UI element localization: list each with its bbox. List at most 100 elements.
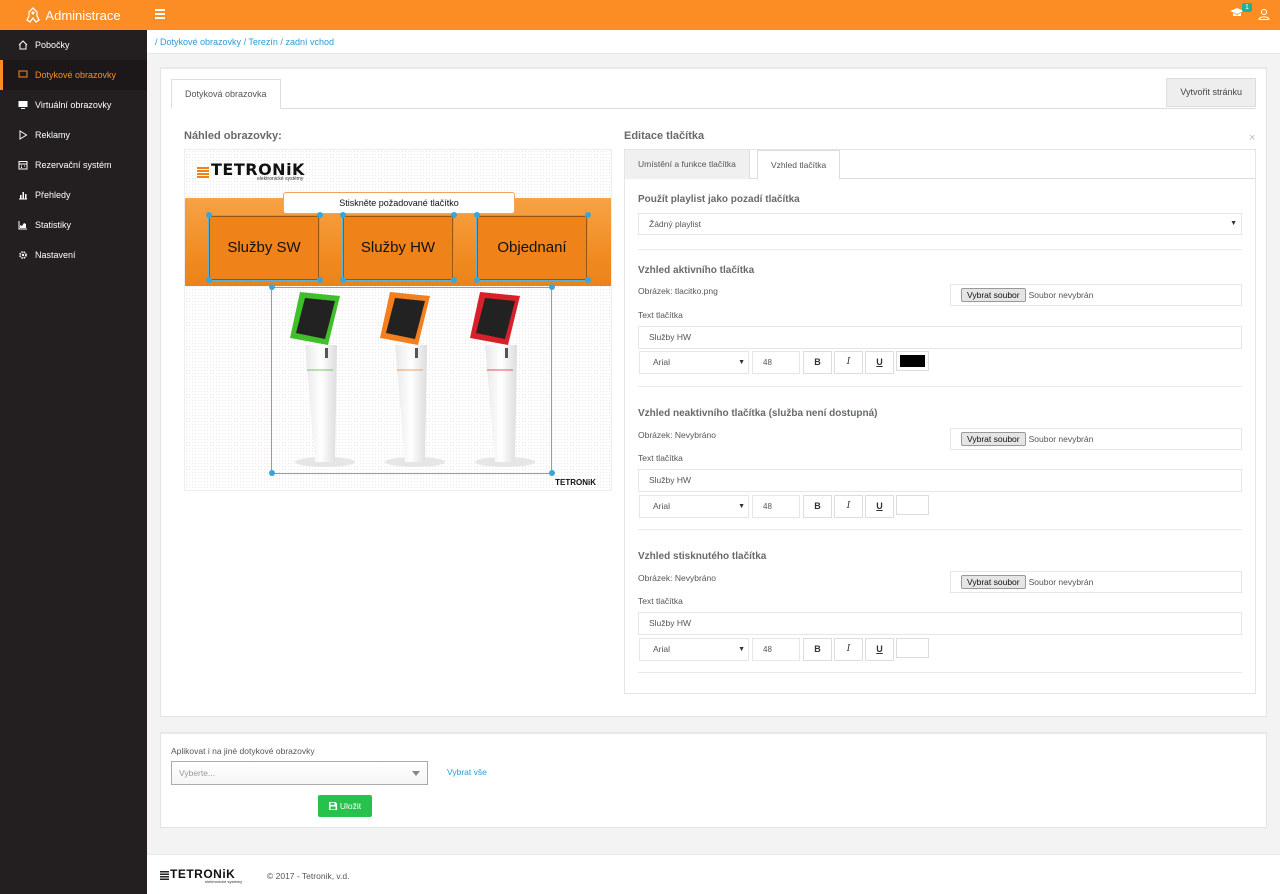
sidebar-item-label: Reklamy (35, 130, 71, 140)
font-family-select[interactable]: Arial ▼ (639, 351, 749, 374)
sidebar-item-dotykove-obrazovky[interactable]: Dotykové obrazovky (0, 60, 147, 90)
file-status: Soubor nevybrán (1028, 434, 1094, 444)
active-text-input[interactable]: Služby HW (638, 326, 1242, 349)
resize-handle[interactable] (269, 470, 275, 476)
divider (638, 249, 1242, 250)
screen-preview: TETRONiK elektronické systémy Stiskněte … (184, 149, 612, 491)
logo-mark-icon (197, 166, 209, 179)
resize-handle[interactable] (317, 277, 323, 283)
footer: TETRONiK elektronické systémy © 2017 - T… (147, 854, 1280, 894)
pressed-text-input[interactable]: Služby HW (638, 612, 1242, 635)
screens-multiselect[interactable]: Vyberte... (171, 761, 428, 785)
resize-handle[interactable] (451, 277, 457, 283)
inactive-text-input[interactable]: Služby HW (638, 469, 1242, 492)
footer-logo-sub: elektronické systémy (205, 879, 243, 884)
tab-dotykova-obrazovka[interactable]: Dotyková obrazovka (171, 79, 281, 109)
sidebar-item-nastaveni[interactable]: Nastavení (0, 240, 147, 270)
area-chart-icon (18, 221, 27, 230)
underline-button[interactable]: U (865, 351, 894, 374)
sidebar-item-virtualni-obrazovky[interactable]: Virtuální obrazovky (0, 90, 147, 120)
select-all-link[interactable]: Vybrat vše (447, 767, 487, 777)
save-button[interactable]: Uložit (318, 795, 372, 817)
color-picker[interactable] (896, 638, 929, 658)
notifications[interactable]: 1 (1230, 3, 1252, 22)
bold-button[interactable]: B (803, 351, 832, 374)
editor-tabs: Umístění a funkce tlačítka Vzhled tlačít… (625, 150, 1255, 180)
caret-down-icon: ▼ (738, 503, 745, 510)
choose-file-button[interactable]: Vybrat soubor (961, 575, 1026, 589)
resize-handle[interactable] (585, 212, 591, 218)
create-page-button[interactable]: Vytvořit stránku (1166, 78, 1256, 107)
sidebar-item-label: Pobočky (35, 40, 70, 50)
bold-button[interactable]: B (803, 638, 832, 661)
sidebar-item-reklamy[interactable]: Reklamy (0, 120, 147, 150)
breadcrumb-item[interactable]: Terezín (248, 37, 278, 47)
choose-file-button[interactable]: Vybrat soubor (961, 432, 1026, 446)
user-icon[interactable] (1258, 8, 1270, 20)
resize-handle[interactable] (340, 277, 346, 283)
brand[interactable]: Administrace (0, 0, 147, 30)
resize-handle[interactable] (585, 277, 591, 283)
breadcrumb-item[interactable]: Dotykové obrazovky (160, 37, 241, 47)
playlist-select[interactable]: Žádný playlist ▼ (638, 213, 1242, 235)
italic-button[interactable]: I (834, 638, 863, 661)
resize-handle[interactable] (340, 212, 346, 218)
sidebar-item-statistiky[interactable]: Statistiky (0, 210, 147, 240)
menu-toggle-icon[interactable] (155, 7, 169, 21)
font-value: Arial (653, 501, 671, 511)
kiosks-image (290, 292, 535, 467)
caret-down-icon: ▼ (1230, 220, 1237, 227)
color-picker[interactable] (896, 495, 929, 515)
sidebar-item-label: Statistiky (35, 220, 72, 230)
sidebar-item-pobocky[interactable]: Pobočky (0, 30, 147, 60)
inactive-file-input[interactable]: Vybrat soubor Soubor nevybrán (950, 428, 1242, 450)
breadcrumb-item[interactable]: zadní vchod (285, 37, 334, 47)
font-size-input[interactable]: 48 (752, 351, 800, 374)
italic-button[interactable]: I (834, 495, 863, 518)
resize-handle[interactable] (474, 277, 480, 283)
active-image-label: Obrázek: tlacitko.png (638, 286, 718, 296)
copyright: © 2017 - Tetronik, v.d. (267, 871, 350, 881)
caret-down-icon (412, 771, 420, 776)
resize-handle[interactable] (317, 212, 323, 218)
resize-handle[interactable] (474, 212, 480, 218)
choose-file-button[interactable]: Vybrat soubor (961, 288, 1026, 302)
color-swatch (900, 499, 925, 511)
font-family-select[interactable]: Arial ▼ (639, 495, 749, 518)
resize-handle[interactable] (549, 470, 555, 476)
preview-header-button[interactable]: Stiskněte požadované tlačítko (283, 192, 515, 214)
preview-footer-logo: TETRONiK (555, 478, 596, 487)
sidebar-item-label: Virtuální obrazovky (35, 100, 112, 110)
font-size-input[interactable]: 48 (752, 495, 800, 518)
text-label: Text tlačítka (638, 596, 683, 606)
sidebar-item-prehledy[interactable]: Přehledy (0, 180, 147, 210)
tab-umisteni-a-funkce[interactable]: Umístění a funkce tlačítka (625, 150, 750, 179)
underline-button[interactable]: U (865, 638, 894, 661)
italic-button[interactable]: I (834, 351, 863, 374)
close-icon[interactable]: × (1249, 132, 1255, 144)
resize-handle[interactable] (549, 284, 555, 290)
caret-down-icon: ▼ (738, 359, 745, 366)
caret-down-icon: ▼ (738, 646, 745, 653)
main-panel: Dotyková obrazovka Vytvořit stránku Náhl… (160, 67, 1267, 717)
sidebar-item-rezervacni-system[interactable]: Rezervační systém (0, 150, 147, 180)
playlist-title: Použít playlist jako pozadí tlačítka (638, 194, 800, 205)
sidebar: Pobočky Dotykové obrazovky Virtuální obr… (0, 30, 147, 894)
play-icon (19, 130, 28, 140)
tab-vzhled-tlacitka[interactable]: Vzhled tlačítka (757, 150, 841, 180)
underline-button[interactable]: U (865, 495, 894, 518)
gear-icon (19, 251, 27, 259)
resize-handle[interactable] (206, 212, 212, 218)
resize-handle[interactable] (451, 212, 457, 218)
divider (638, 672, 1242, 673)
color-picker[interactable] (896, 351, 929, 371)
font-family-select[interactable]: Arial ▼ (639, 638, 749, 661)
font-size-input[interactable]: 48 (752, 638, 800, 661)
breadcrumb: / Dotykové obrazovky / Terezín / zadní v… (147, 30, 1280, 54)
resize-handle[interactable] (206, 277, 212, 283)
apply-panel: Aplikovat i na jiné dotykové obrazovky V… (160, 732, 1267, 828)
active-section-title: Vzhled aktivního tlačítka (638, 265, 755, 276)
bold-button[interactable]: B (803, 495, 832, 518)
pressed-file-input[interactable]: Vybrat soubor Soubor nevybrán (950, 571, 1242, 593)
active-file-input[interactable]: Vybrat soubor Soubor nevybrán (950, 284, 1242, 306)
